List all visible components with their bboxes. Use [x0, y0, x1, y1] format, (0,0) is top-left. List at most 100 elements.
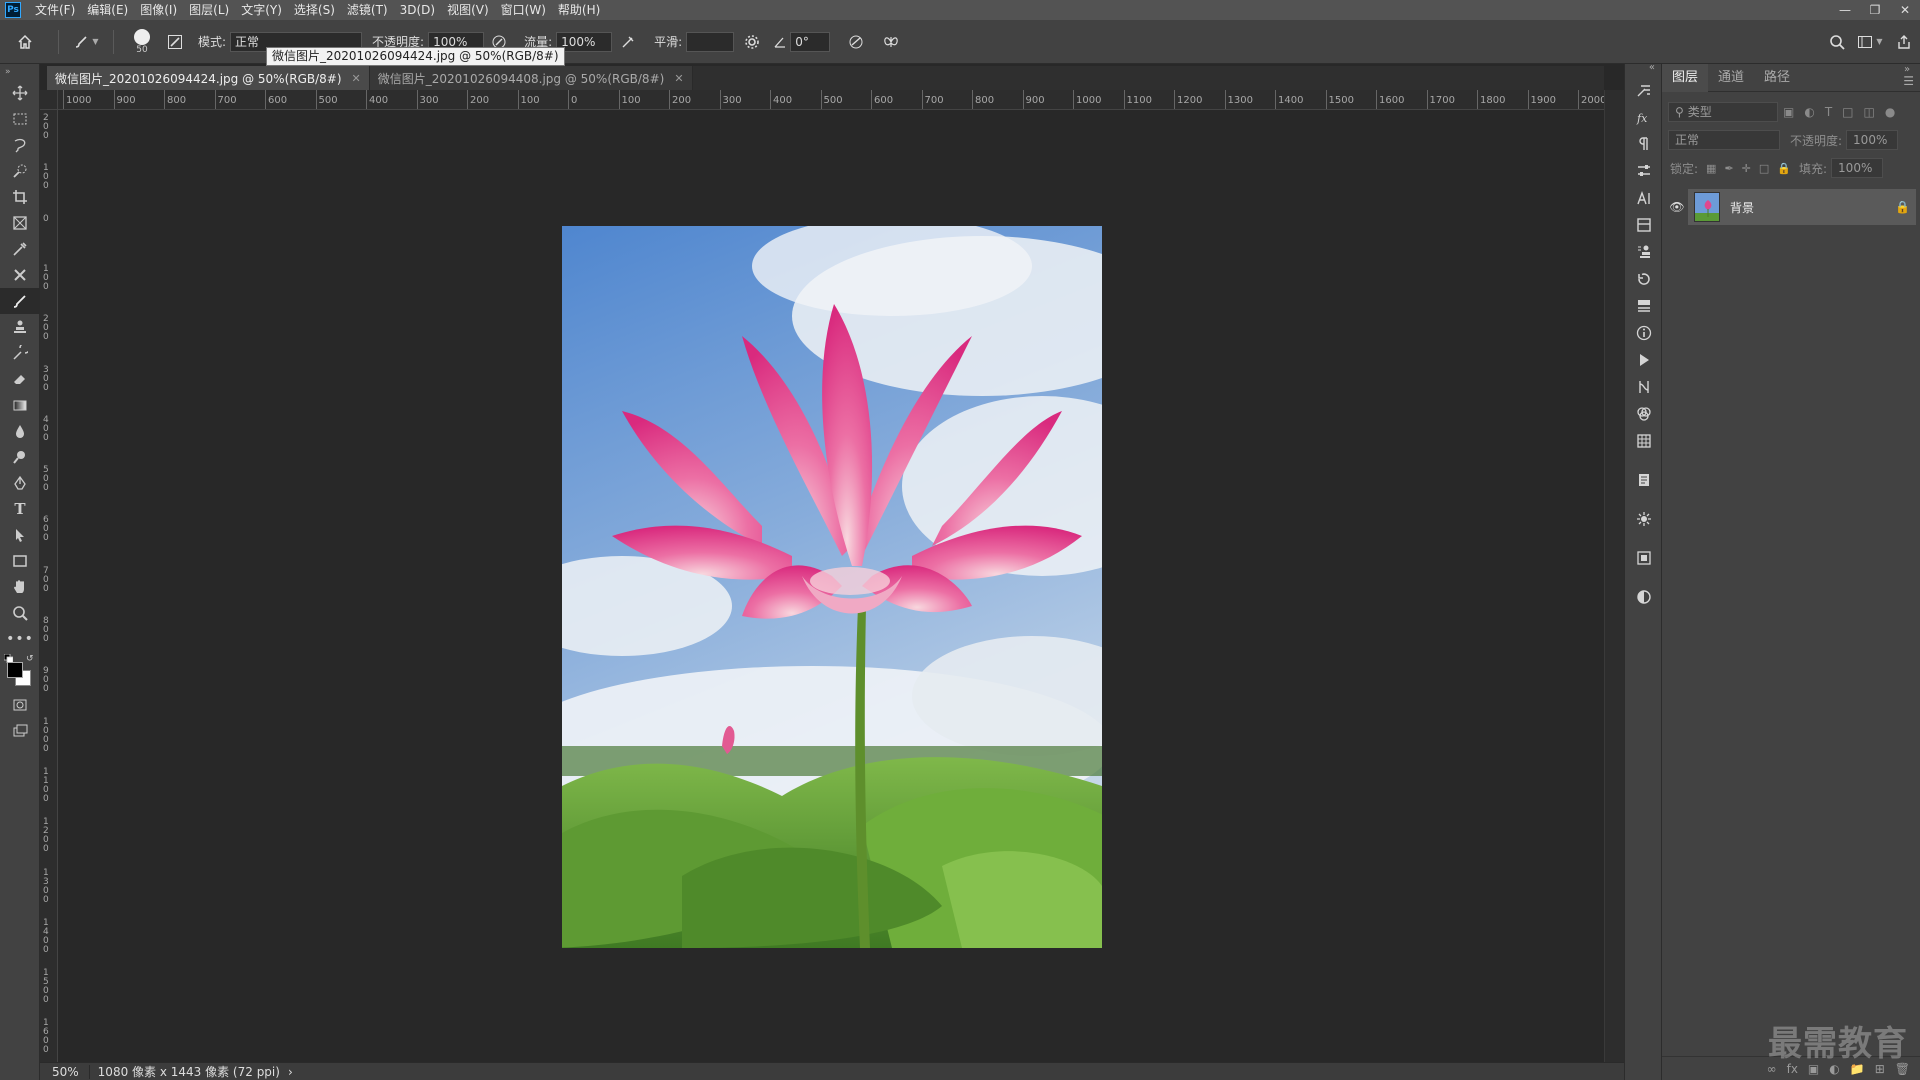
blur-tool-icon[interactable] — [0, 418, 40, 444]
info-panel-icon[interactable] — [1625, 319, 1663, 346]
effects-fx-panel-icon[interactable]: fx — [1625, 103, 1663, 130]
menu-window[interactable]: 窗口(W) — [495, 0, 552, 20]
clone-source-panel-icon[interactable] — [1625, 238, 1663, 265]
workspace-icon[interactable]: ▼ — [1852, 34, 1888, 50]
tab-channels[interactable]: 通道 — [1708, 64, 1754, 92]
brush-settings-panel-icon[interactable] — [1625, 76, 1663, 103]
paragraph-panel-icon[interactable] — [1625, 130, 1663, 157]
gradient-tool-icon[interactable] — [0, 392, 40, 418]
character-panel-icon[interactable] — [1625, 184, 1663, 211]
screen-mode-icon[interactable] — [0, 718, 40, 744]
clone-stamp-tool-icon[interactable] — [0, 314, 40, 340]
libraries-panel-icon[interactable] — [1625, 211, 1663, 238]
pen-tool-icon[interactable] — [0, 470, 40, 496]
tab-document[interactable]: 微信图片_20201026094408.jpg @ 50%(RGB/8#) ✕ — [369, 66, 693, 90]
history-panel-icon[interactable] — [1625, 265, 1663, 292]
menu-help[interactable]: 帮助(H) — [552, 0, 606, 20]
layer-lock-icon[interactable]: 🔒 — [1895, 200, 1910, 214]
rectangle-tool-icon[interactable] — [0, 548, 40, 574]
frame-tool-icon[interactable] — [0, 210, 40, 236]
swap-colors-icon[interactable]: ↺ — [26, 654, 34, 664]
history-brush-tool-icon[interactable] — [0, 340, 40, 366]
quick-selection-tool-icon[interactable] — [0, 158, 40, 184]
filter-toggle-icon[interactable]: ● — [1885, 105, 1895, 119]
menu-image[interactable]: 图像(I) — [134, 0, 183, 20]
swatches-grid-icon[interactable] — [1625, 427, 1663, 454]
ruler-horizontal[interactable]: 1000 900 800 700 600 500 400 300 200 100 0 100 200 30… — [58, 90, 1604, 110]
tab-paths[interactable]: 路径 — [1754, 64, 1800, 92]
move-tool-icon[interactable] — [0, 80, 40, 106]
brush-size-picker[interactable]: 50 — [122, 28, 162, 55]
ruler-corner[interactable] — [40, 90, 58, 110]
quick-mask-icon[interactable] — [0, 692, 40, 718]
ruler-vertical[interactable]: 200 100 0 100 200 300 400 500 600 700 800 900 1000 11… — [40, 110, 58, 1062]
smoothing-settings-gear-icon[interactable] — [734, 34, 770, 50]
visibility-eye-icon[interactable]: 👁 — [1666, 200, 1688, 214]
properties-panel-icon[interactable] — [1625, 292, 1663, 319]
layer-item-background[interactable]: 背景 🔒 — [1688, 189, 1916, 225]
panel-menu-icon[interactable]: ☰ — [1903, 74, 1914, 88]
filter-shape-icon[interactable]: □ — [1842, 105, 1853, 119]
zoom-level[interactable]: 50% — [40, 1064, 90, 1079]
search-icon[interactable] — [1822, 34, 1852, 50]
brush-preset-icon[interactable]: ▼ — [67, 34, 105, 50]
layer-row[interactable]: 👁 背景 🔒 — [1666, 188, 1916, 226]
close-icon[interactable]: ✕ — [1890, 0, 1920, 20]
brush-settings-toggle-icon[interactable] — [162, 34, 188, 50]
minimize-icon[interactable]: — — [1830, 0, 1860, 20]
size-pressure-icon[interactable] — [836, 34, 876, 50]
lock-transparent-pixels-icon[interactable]: ▦ — [1706, 162, 1716, 175]
menu-type[interactable]: 文字(Y) — [235, 0, 288, 20]
color-panel-icon[interactable] — [1625, 400, 1663, 427]
lock-artboard-icon[interactable]: □ — [1759, 162, 1769, 175]
tab-document-active[interactable]: 微信图片_20201026094424.jpg @ 50%(RGB/8#) ✕ — [47, 66, 370, 90]
adjustments-sliders-icon[interactable] — [1625, 157, 1663, 184]
restore-icon[interactable]: ❐ — [1860, 0, 1890, 20]
artboards-panel-icon[interactable] — [1625, 544, 1663, 571]
path-selection-tool-icon[interactable] — [0, 522, 40, 548]
angle-field[interactable]: 0° — [790, 31, 831, 52]
lock-image-pixels-icon[interactable]: ✒ — [1724, 162, 1733, 175]
toolbar-expand-icon[interactable]: » — [0, 64, 40, 80]
menu-3d[interactable]: 3D(D) — [394, 0, 441, 20]
filter-pixel-icon[interactable]: ▣ — [1783, 105, 1794, 119]
lotus-photo[interactable] — [562, 226, 1102, 948]
crop-tool-icon[interactable] — [0, 184, 40, 210]
type-tool-icon[interactable]: T — [0, 496, 40, 522]
layer-fill-field[interactable]: 100% — [1831, 158, 1884, 178]
airbrush-icon[interactable] — [612, 34, 644, 50]
lock-all-icon[interactable]: 🔒 — [1777, 162, 1791, 175]
brush-tool-icon[interactable] — [0, 288, 40, 314]
menu-select[interactable]: 选择(S) — [288, 0, 341, 20]
eraser-tool-icon[interactable] — [0, 366, 40, 392]
status-info-chevron-icon[interactable]: › — [288, 1065, 293, 1079]
actions-play-icon[interactable] — [1625, 346, 1663, 373]
marquee-tool-icon[interactable] — [0, 106, 40, 132]
menu-file[interactable]: 文件(F) — [29, 0, 81, 20]
menu-edit[interactable]: 编辑(E) — [81, 0, 134, 20]
zoom-tool-icon[interactable] — [0, 600, 40, 626]
close-tab-icon[interactable]: ✕ — [352, 72, 361, 85]
share-icon[interactable] — [1888, 34, 1920, 50]
lock-position-icon[interactable]: ✛ — [1742, 162, 1751, 175]
symmetry-butterfly-icon[interactable] — [876, 34, 906, 50]
filter-smart-object-icon[interactable]: ◫ — [1864, 105, 1875, 119]
menu-layer[interactable]: 图层(L) — [183, 0, 235, 20]
home-icon[interactable] — [0, 33, 50, 51]
filter-adjustment-icon[interactable]: ◐ — [1804, 105, 1814, 119]
foreground-color-swatch[interactable] — [7, 662, 23, 678]
eyedropper-tool-icon[interactable] — [0, 236, 40, 262]
notes-panel-icon[interactable] — [1625, 466, 1663, 493]
tab-layers[interactable]: 图层 — [1662, 63, 1709, 92]
close-tab-icon[interactable]: ✕ — [674, 72, 683, 85]
canvas-area[interactable] — [58, 110, 1604, 1062]
dock-collapse-icon[interactable]: « — [1649, 62, 1655, 73]
hand-tool-icon[interactable] — [0, 574, 40, 600]
smoothing-field[interactable] — [686, 31, 735, 52]
healing-brush-tool-icon[interactable] — [0, 262, 40, 288]
filter-type-icon[interactable]: T — [1825, 105, 1832, 119]
adjustment-layer-icon[interactable] — [1625, 583, 1663, 610]
more-tools-icon[interactable]: ••• — [0, 626, 40, 652]
vertical-scrollbar[interactable] — [1604, 90, 1624, 1062]
blend-mode-select[interactable]: 正常 — [1668, 130, 1780, 150]
